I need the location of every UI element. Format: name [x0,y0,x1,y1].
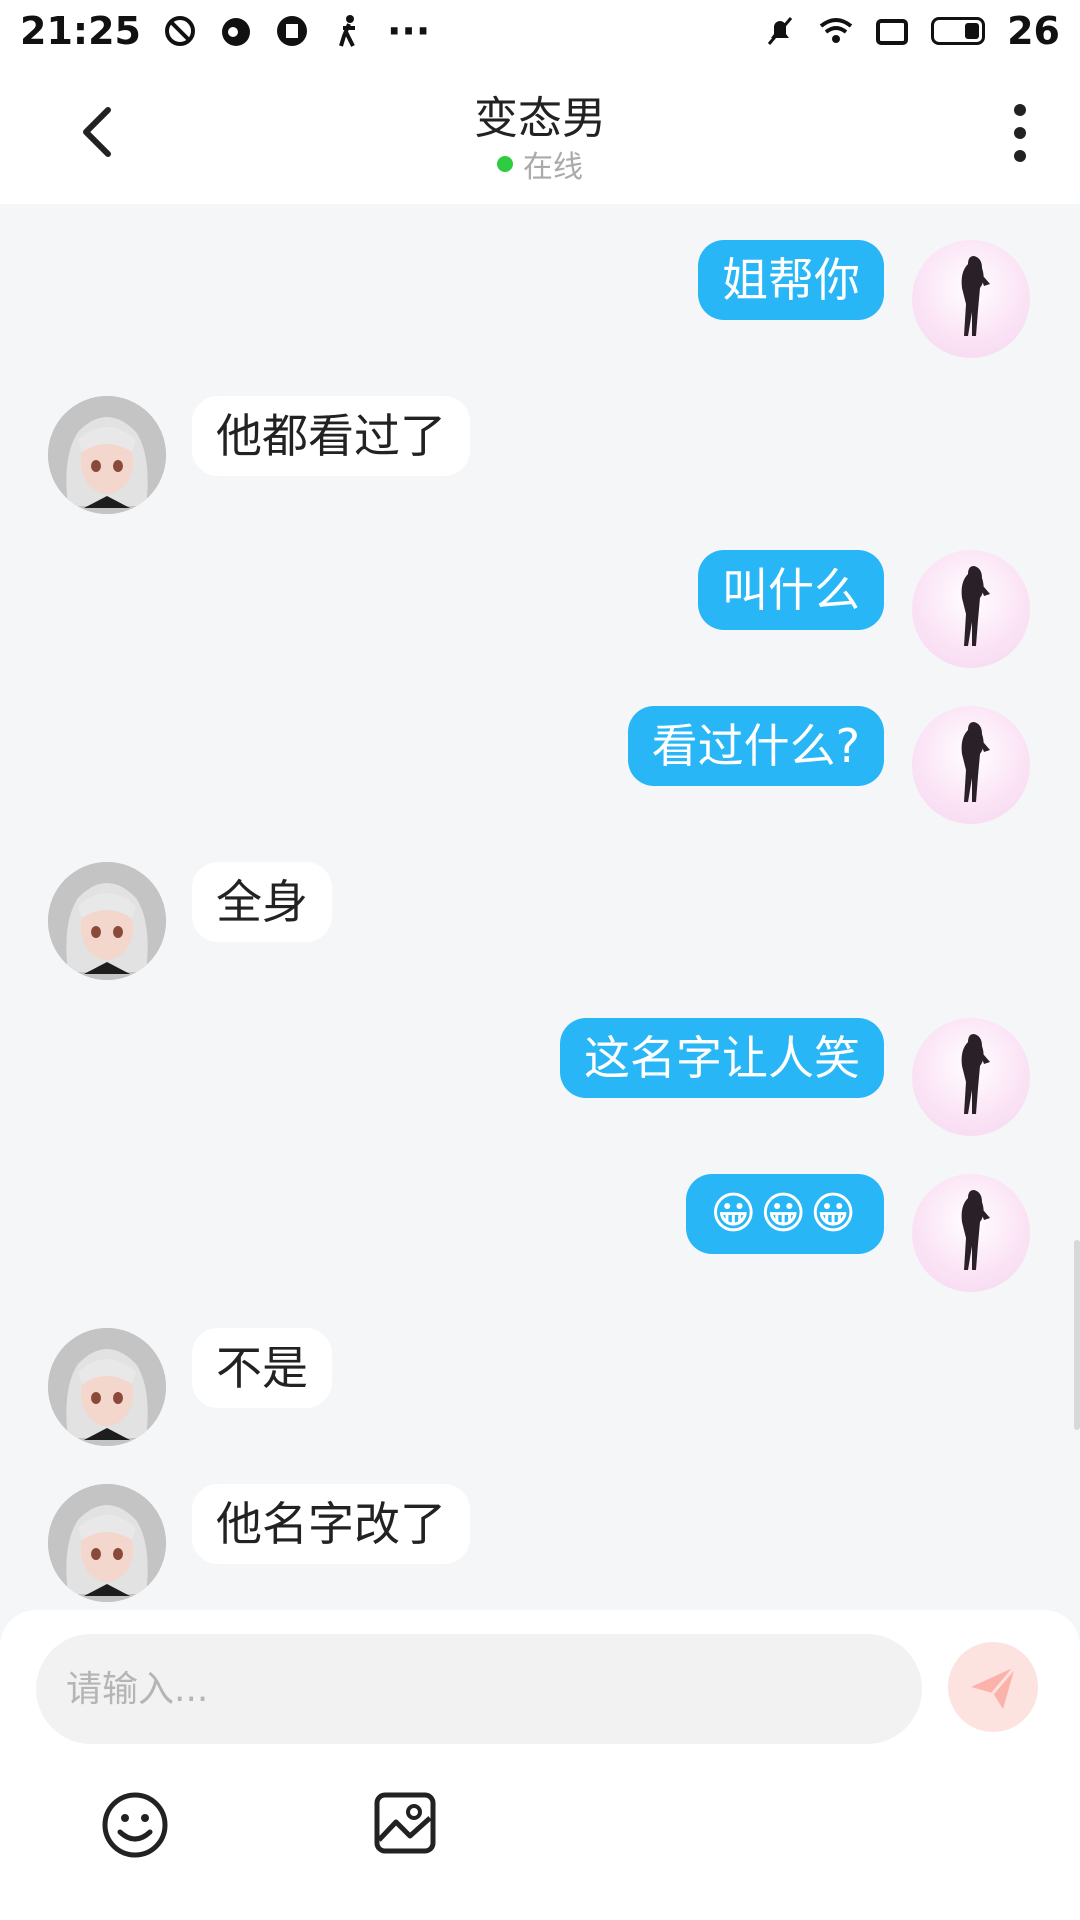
self-avatar[interactable] [912,1174,1030,1292]
message-bubble[interactable]: 这名字让人笑 [560,1018,884,1098]
message-input-box[interactable] [36,1634,922,1744]
shirt-icon [276,16,307,46]
message-bubble[interactable]: 全身 [192,862,332,942]
app-notification-icon [221,18,250,46]
message-bubble[interactable]: 叫什么 [698,550,884,630]
message-bubble[interactable]: 看过什么? [627,706,884,786]
self-avatar[interactable] [912,1018,1030,1136]
contact-avatar[interactable] [48,1484,166,1602]
message-bubble[interactable]: 姐帮你 [698,240,884,320]
do-not-disturb-icon [164,16,195,46]
message-self: 叫什么 [698,550,884,630]
walking-icon [339,15,355,47]
anime-girl-icon [48,862,166,980]
screen-icon [876,19,909,45]
message-self: 看过什么? [627,706,884,786]
self-avatar[interactable] [912,706,1030,824]
status-bar: 21:25 ··· 26 [0,0,1080,62]
input-area [0,1610,1080,1920]
more-vertical-icon[interactable] [1000,100,1040,166]
message-self: 😀😀😀 [686,1174,884,1254]
message-other: 全身 [192,862,332,942]
online-dot [497,156,513,172]
anime-girl-icon [48,1328,166,1446]
message-other: 他名字改了 [192,1484,470,1564]
message-other: 他都看过了 [192,396,470,476]
self-avatar[interactable] [912,550,1030,668]
message-bubble[interactable]: 他名字改了 [192,1484,470,1564]
silhouette-icon [961,1034,990,1114]
online-status: 在线 [0,142,1080,186]
contact-avatar[interactable] [48,862,166,980]
silhouette-icon [961,566,990,646]
message-self: 姐帮你 [698,240,884,320]
image-icon[interactable] [372,1790,438,1856]
silhouette-icon [961,256,990,336]
message-bubble[interactable]: 不是 [192,1328,332,1408]
battery-level: 26 [1007,9,1060,53]
more-notifications-icon: ··· [386,9,431,53]
silhouette-icon [961,1190,990,1270]
chat-title: 变态男 [474,93,606,144]
message-self: 这名字让人笑 [560,1018,884,1098]
chat-messages[interactable]: 姐帮你 他都看过了 叫什么 看过什么? 全身 这名字让人笑 😀😀😀 不是 他名字… [0,204,1080,1610]
message-bubble[interactable]: 😀😀😀 [686,1174,884,1254]
battery-icon [931,17,986,45]
status-time: 21:25 [20,9,141,53]
anime-girl-icon [48,396,166,514]
emoji-icon[interactable] [100,1790,170,1860]
chat-header: 变态男 在线 [0,62,1080,204]
contact-avatar[interactable] [48,1328,166,1446]
online-status-text: 在线 [523,150,583,185]
message-bubble[interactable]: 他都看过了 [192,396,470,476]
send-button[interactable] [948,1642,1038,1732]
send-icon [971,1666,1017,1709]
contact-avatar[interactable] [48,396,166,514]
self-avatar[interactable] [912,240,1030,358]
wifi-icon [819,18,853,43]
message-input[interactable] [36,1634,922,1744]
status-right: 26 [763,9,1060,53]
message-other: 不是 [192,1328,332,1408]
status-left: 21:25 ··· [20,9,430,53]
mute-bell-icon [767,17,793,45]
scrollbar[interactable] [1074,1240,1080,1430]
anime-girl-icon [48,1484,166,1602]
silhouette-icon [961,722,990,802]
